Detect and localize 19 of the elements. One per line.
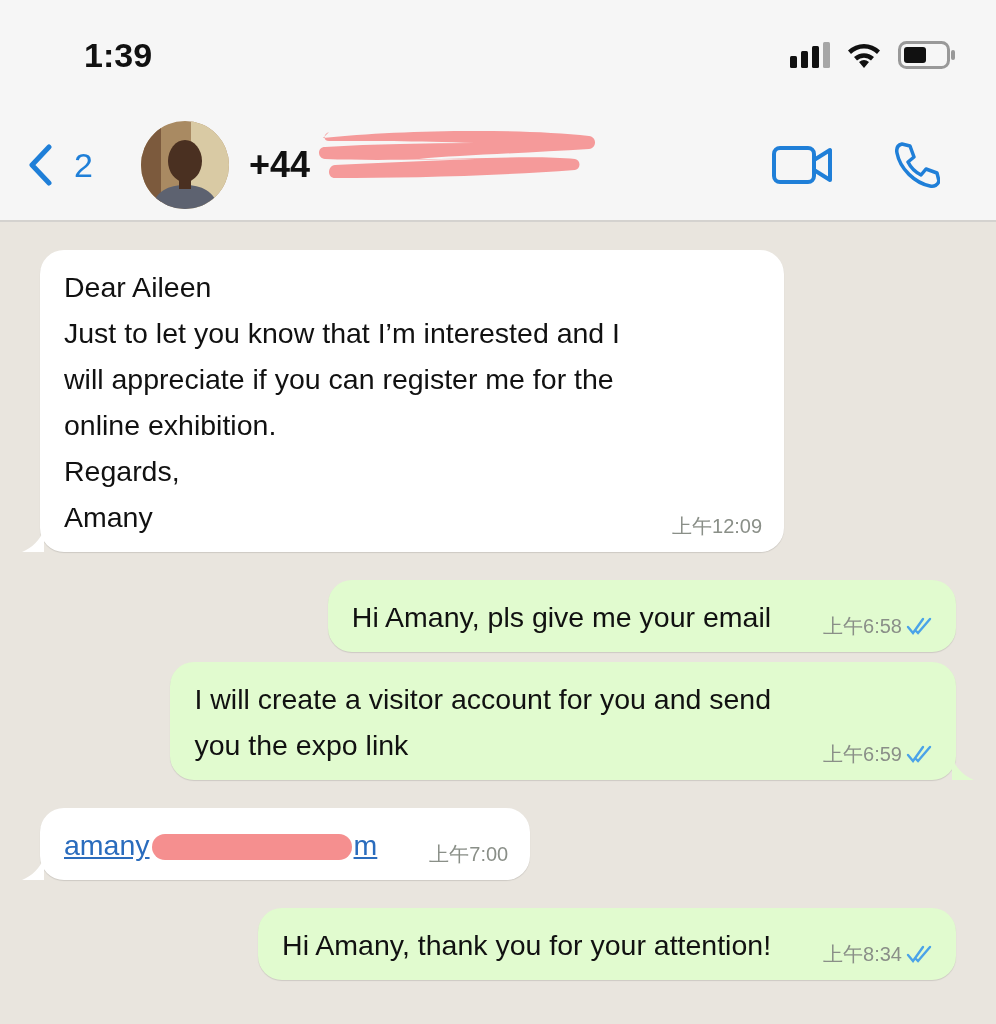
signal-icon [790,42,830,68]
message-time: 上午6:58 [823,614,902,639]
email-link[interactable]: amany m [64,822,378,868]
video-call-icon[interactable] [772,145,834,185]
back-button[interactable]: 2 [28,139,93,191]
message-text: Hi Amany, pls give me your email [351,600,772,635]
message-text: I will create a visitor account for you and send you the expo link [194,682,772,763]
battery-icon [898,41,956,69]
message-text: Hi Amany, thank you for your attention! [282,928,772,963]
status-time: 1:39 [84,34,153,76]
message-time: 上午8:34 [823,942,902,967]
contact-title: +44 [248,144,310,185]
message-text: Dear Aileen Just to let you know that I’m interested and I will appreciate if you can register me for the online exhibition. Regards, Amany [64,270,621,535]
phone-icon[interactable] [892,141,940,189]
wifi-icon [846,42,882,68]
message-time: 上午6:59 [823,742,902,767]
back-icon[interactable] [28,144,52,186]
message-time: 上午12:09 [672,514,763,539]
message-time: 上午7:00 [429,842,509,867]
